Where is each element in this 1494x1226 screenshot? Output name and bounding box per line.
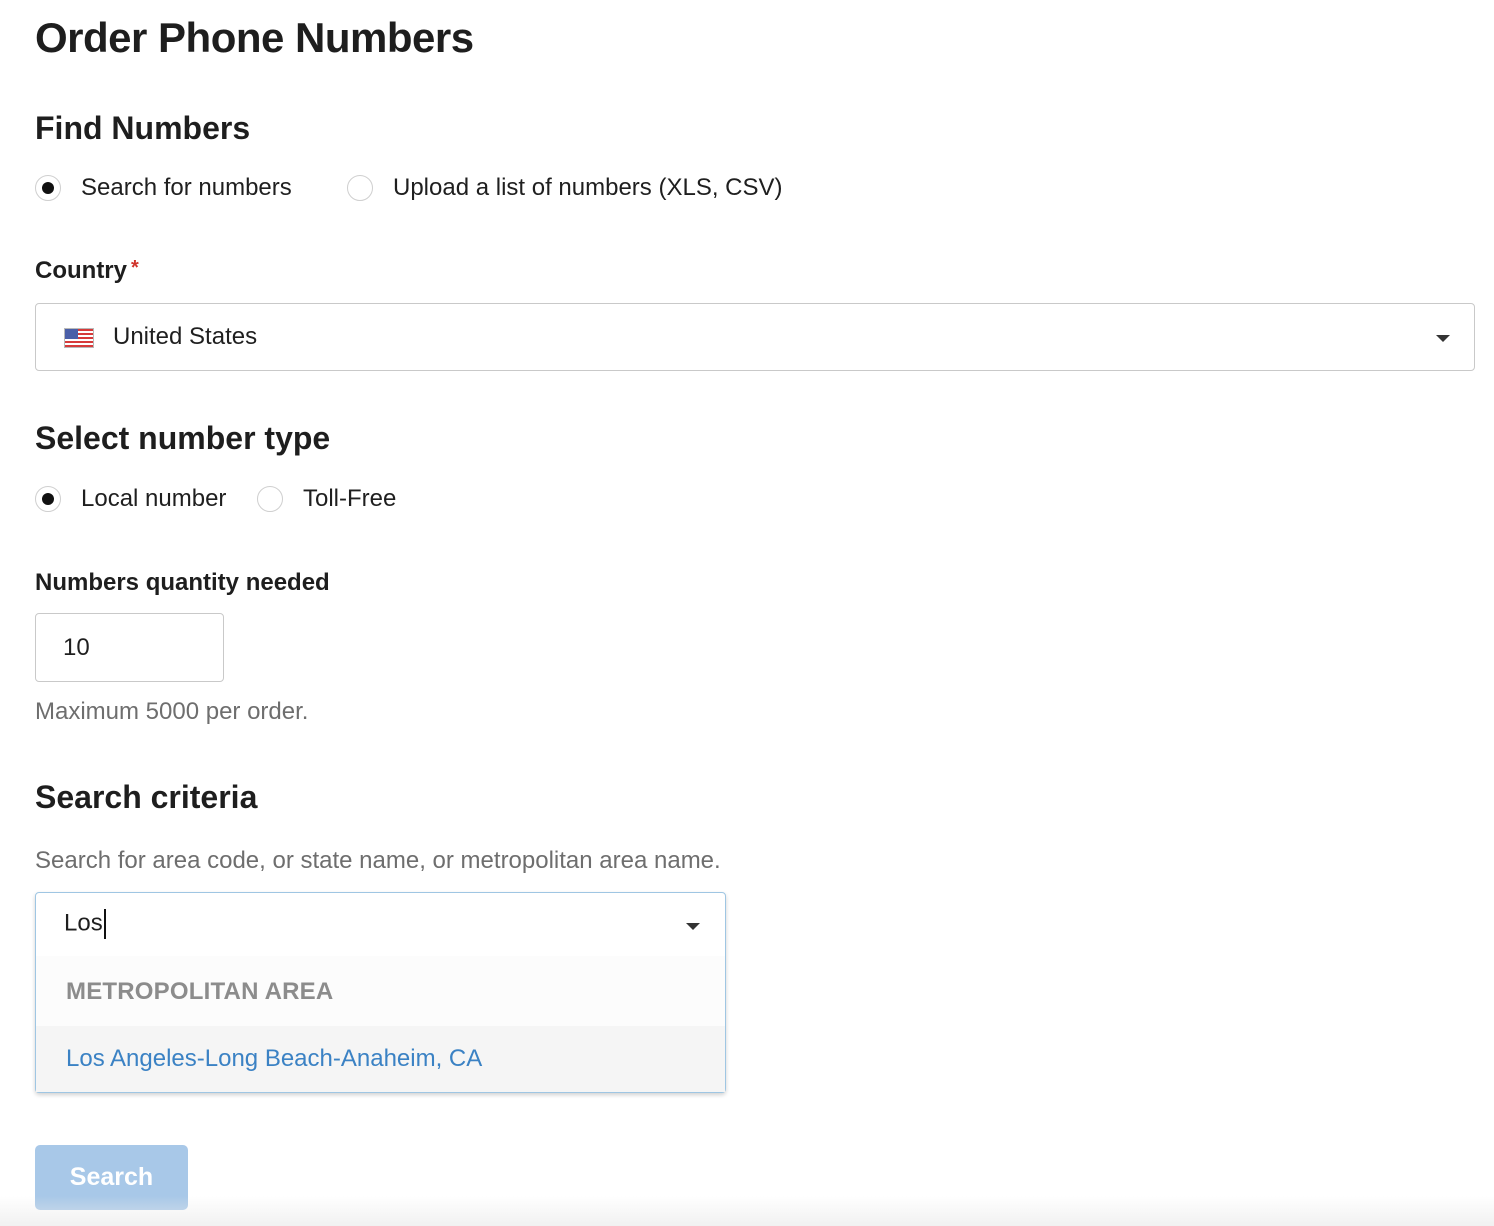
search-criteria-input-value: Los <box>64 909 103 937</box>
dropdown-group-header: METROPOLITAN AREA <box>36 956 725 1026</box>
search-criteria-help: Search for area code, or state name, or … <box>35 847 721 874</box>
dropdown-group-header-label: METROPOLITAN AREA <box>66 978 334 1005</box>
search-button[interactable]: Search <box>35 1145 188 1210</box>
radio-search-for-numbers-label: Search for numbers <box>81 174 292 201</box>
quantity-input-value: 10 <box>63 633 90 661</box>
radio-upload-list-label: Upload a list of numbers (XLS, CSV) <box>393 174 783 201</box>
required-mark: * <box>131 257 139 279</box>
quantity-input[interactable]: 10 <box>35 613 224 682</box>
country-label-text: Country <box>35 257 127 284</box>
radio-upload-list[interactable]: Upload a list of numbers (XLS, CSV) <box>347 174 783 202</box>
dropdown-option-label: Los Angeles-Long Beach-Anaheim, CA <box>66 1045 483 1072</box>
us-flag-canton <box>65 329 78 339</box>
chevron-down-icon[interactable] <box>1436 335 1450 342</box>
page-title: Order Phone Numbers <box>35 14 474 61</box>
find-numbers-heading: Find Numbers <box>35 110 251 146</box>
country-select[interactable]: United States <box>35 303 1475 371</box>
search-criteria-combobox[interactable]: Los METROPOLITAN AREA Los Angeles-Long B… <box>35 892 726 1093</box>
quantity-label: Numbers quantity needed <box>35 569 330 596</box>
radio-toll-free-control[interactable] <box>257 486 283 512</box>
radio-local-number-control[interactable] <box>35 486 61 512</box>
us-flag-icon <box>64 328 94 348</box>
chevron-down-icon[interactable] <box>686 923 700 930</box>
radio-toll-free-label: Toll-Free <box>303 485 397 512</box>
number-type-heading: Select number type <box>35 420 331 456</box>
text-cursor <box>103 909 106 939</box>
radio-search-for-numbers-control[interactable] <box>35 175 61 201</box>
radio-local-number[interactable]: Local number <box>35 485 226 513</box>
dropdown-option[interactable]: Los Angeles-Long Beach-Anaheim, CA <box>36 1026 725 1092</box>
quantity-hint: Maximum 5000 per order. <box>35 698 309 725</box>
radio-search-for-numbers[interactable]: Search for numbers <box>35 174 292 202</box>
country-select-value: United States <box>113 323 258 350</box>
bottom-fade <box>0 1196 1494 1226</box>
radio-local-number-label: Local number <box>81 485 227 512</box>
radio-toll-free[interactable]: Toll-Free <box>257 485 396 513</box>
country-label: Country * <box>35 257 139 285</box>
search-criteria-heading: Search criteria <box>35 779 258 815</box>
radio-upload-list-control[interactable] <box>347 175 373 201</box>
search-criteria-input[interactable]: Los <box>36 893 725 956</box>
